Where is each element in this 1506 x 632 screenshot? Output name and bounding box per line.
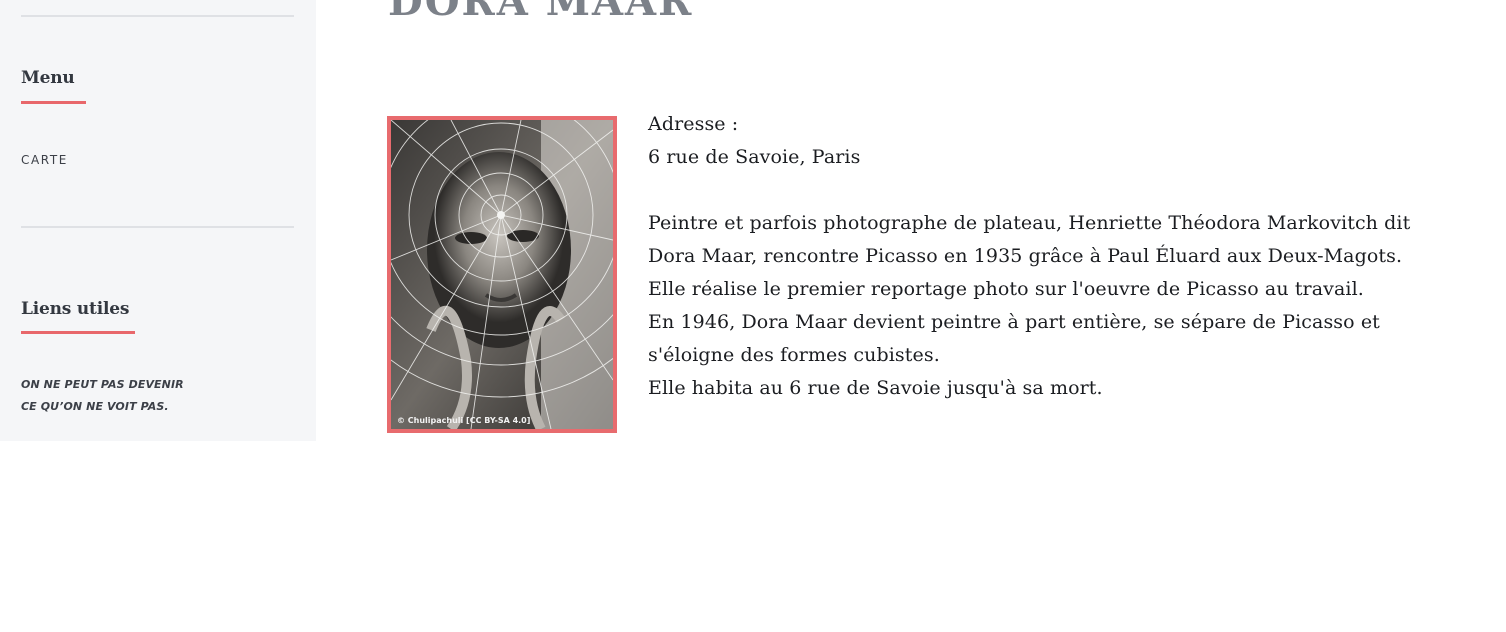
bio-line: Dora Maar, rencontre Picasso en 1935 grâ… [648, 245, 1403, 267]
sidebar: Menu CARTE Liens utiles ON NE PEUT PAS D… [0, 0, 316, 441]
links-widget-title: Liens utiles [21, 299, 130, 319]
article-body: Adresse : 6 rue de Savoie, Paris Peintre… [648, 108, 1498, 405]
address-value: 6 rue de Savoie, Paris [648, 146, 861, 168]
sidebar-divider [21, 15, 294, 17]
bio-line: Peintre et parfois photographe de platea… [648, 212, 1411, 234]
page-title: DORA MAAR [388, 0, 694, 25]
quote-line: CE QU’ON NE VOIT PAS. [21, 400, 169, 413]
menu-widget-title: Menu [21, 68, 75, 88]
menu-item-carte[interactable]: CARTE [21, 152, 68, 168]
address-label: Adresse : [648, 113, 739, 135]
page: Menu CARTE Liens utiles ON NE PEUT PAS D… [0, 0, 1506, 632]
sidebar-divider [21, 226, 294, 228]
photo-credit: © Chulipachuli [CC BY-SA 4.0] [397, 416, 531, 425]
links-title-underline [21, 331, 135, 334]
bio-line: s'éloigne des formes cubistes. [648, 344, 940, 366]
quote-line: ON NE PEUT PAS DEVENIR [21, 378, 184, 391]
portrait-photo[interactable]: © Chulipachuli [CC BY-SA 4.0] [387, 116, 617, 433]
menu-title-underline [21, 101, 86, 104]
bio-line: Elle réalise le premier reportage photo … [648, 278, 1364, 300]
sidebar-quote: ON NE PEUT PAS DEVENIR CE QU’ON NE VOIT … [21, 374, 184, 418]
portrait-image [391, 120, 613, 429]
bio-line: Elle habita au 6 rue de Savoie jusqu'à s… [648, 377, 1103, 399]
bio-line: En 1946, Dora Maar devient peintre à par… [648, 311, 1380, 333]
